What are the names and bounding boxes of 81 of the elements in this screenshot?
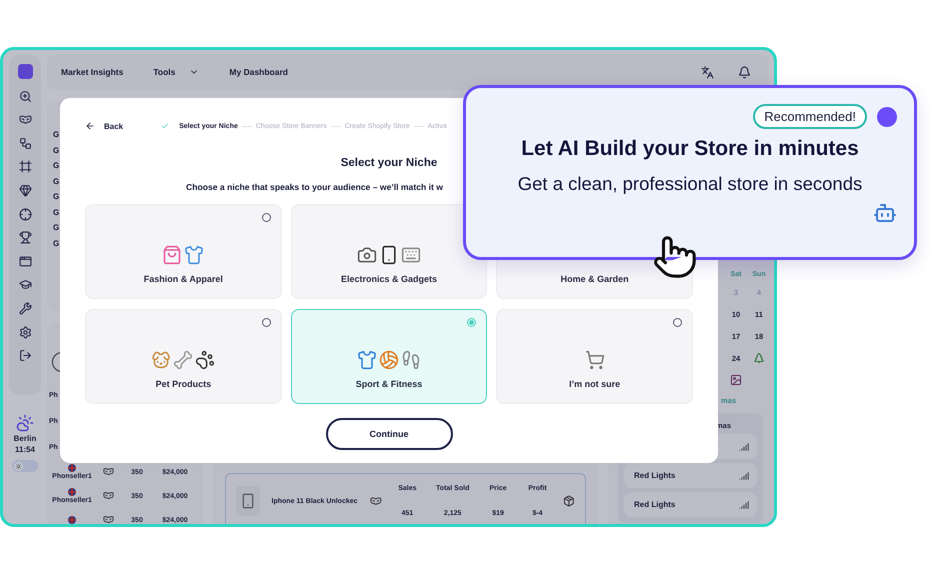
trophy-icon[interactable] bbox=[18, 231, 32, 244]
camera-icon bbox=[356, 245, 377, 265]
dog-icon bbox=[151, 350, 172, 370]
sun-icon bbox=[15, 462, 22, 470]
logout-icon[interactable] bbox=[18, 349, 32, 362]
dialog-title: Select your Niche bbox=[340, 157, 438, 169]
radio-button[interactable] bbox=[262, 318, 271, 327]
status-dot bbox=[877, 106, 897, 126]
continue-button[interactable]: Continue bbox=[326, 418, 452, 450]
niche-label: I’m not sure bbox=[569, 379, 620, 389]
phone-icon bbox=[240, 493, 256, 509]
paw-icon bbox=[195, 350, 216, 370]
list-item-text: G bbox=[52, 144, 60, 156]
shopping-bag-icon bbox=[162, 245, 182, 265]
city-label: Berlin bbox=[14, 434, 36, 443]
time-label: 11:54 bbox=[14, 445, 36, 454]
popup-title: Let AI Build your Store in minutes bbox=[521, 137, 859, 161]
niche-card[interactable]: Pet Products bbox=[85, 309, 282, 404]
tree-icon bbox=[753, 352, 765, 364]
nav-item[interactable]: Tools bbox=[153, 67, 200, 77]
theme-toggle[interactable] bbox=[12, 460, 38, 472]
shirt-icon bbox=[184, 245, 204, 265]
list-item-text: G bbox=[52, 238, 60, 250]
mask-icon bbox=[102, 514, 114, 524]
flag-icon bbox=[68, 516, 76, 524]
nav-item[interactable]: Market Insights bbox=[61, 67, 124, 77]
niche-card[interactable]: Sport & Fitness bbox=[290, 309, 488, 404]
list-item-text: G bbox=[52, 206, 60, 218]
mask-icon[interactable] bbox=[18, 113, 32, 126]
logo-icon[interactable] bbox=[18, 64, 32, 79]
mask-icon bbox=[102, 466, 114, 476]
translate-icon bbox=[701, 66, 714, 78]
workflow-icon[interactable] bbox=[18, 136, 32, 150]
arrow-left-icon bbox=[85, 121, 95, 131]
signal-icon bbox=[739, 470, 749, 480]
list-item-text: G bbox=[52, 129, 60, 141]
gem-icon[interactable] bbox=[18, 184, 32, 197]
mask-icon bbox=[370, 495, 382, 507]
niche-label: Sport & Fitness bbox=[356, 379, 422, 389]
cart-icon bbox=[584, 350, 605, 370]
shirt-icon bbox=[356, 350, 377, 370]
niche-label: Home & Garden bbox=[560, 274, 629, 284]
settings-icon[interactable] bbox=[18, 326, 32, 339]
bell-icon bbox=[738, 66, 751, 78]
radio-button[interactable] bbox=[673, 318, 682, 327]
bone-icon bbox=[173, 350, 194, 370]
wrench-icon[interactable] bbox=[18, 302, 32, 315]
niche-label: Pet Products bbox=[156, 379, 212, 389]
lights-name: Red Lights bbox=[634, 471, 676, 480]
signal-icon bbox=[739, 500, 749, 510]
lights-name: Red Lights bbox=[634, 500, 676, 509]
niche-card[interactable]: Fashion & Apparel bbox=[85, 204, 282, 299]
ball-icon bbox=[378, 350, 399, 370]
list-item-text: G bbox=[52, 222, 60, 234]
nav-item[interactable]: My Dashboard bbox=[229, 67, 288, 77]
keyboard-icon bbox=[400, 245, 421, 265]
package-icon bbox=[563, 495, 576, 507]
zoom-in-icon[interactable] bbox=[18, 90, 32, 103]
niche-card[interactable]: Electronics & Gadgets bbox=[290, 204, 488, 299]
niche-label: Electronics & Gadgets bbox=[340, 274, 437, 284]
list-item-text: G bbox=[52, 191, 60, 203]
robot-icon bbox=[873, 201, 897, 225]
weather-icon bbox=[16, 414, 34, 432]
radio-button[interactable] bbox=[262, 213, 271, 222]
list-item-text: G bbox=[52, 160, 60, 172]
frame-icon[interactable] bbox=[18, 160, 32, 174]
flag-icon bbox=[68, 488, 76, 496]
recommended-badge: Recommended! bbox=[753, 104, 867, 129]
footprints-icon bbox=[400, 350, 421, 370]
niche-label: Fashion & Apparel bbox=[144, 274, 223, 284]
mask-icon bbox=[102, 490, 114, 500]
radio-button[interactable] bbox=[467, 318, 476, 327]
signal-icon bbox=[739, 442, 749, 452]
dialog-subtitle: Choose a niche that speaks to your audience – we’ll match it w bbox=[186, 182, 443, 192]
graduation-cap-icon[interactable] bbox=[18, 278, 32, 292]
picture-icon bbox=[730, 374, 742, 386]
popup-subtitle: Get a clean, professional store in seconds bbox=[518, 173, 862, 195]
crosshair-icon[interactable] bbox=[18, 208, 32, 221]
app-window-icon[interactable] bbox=[18, 254, 32, 268]
niche-card[interactable]: I’m not sure bbox=[496, 309, 693, 404]
back-button[interactable]: Back bbox=[85, 121, 124, 131]
